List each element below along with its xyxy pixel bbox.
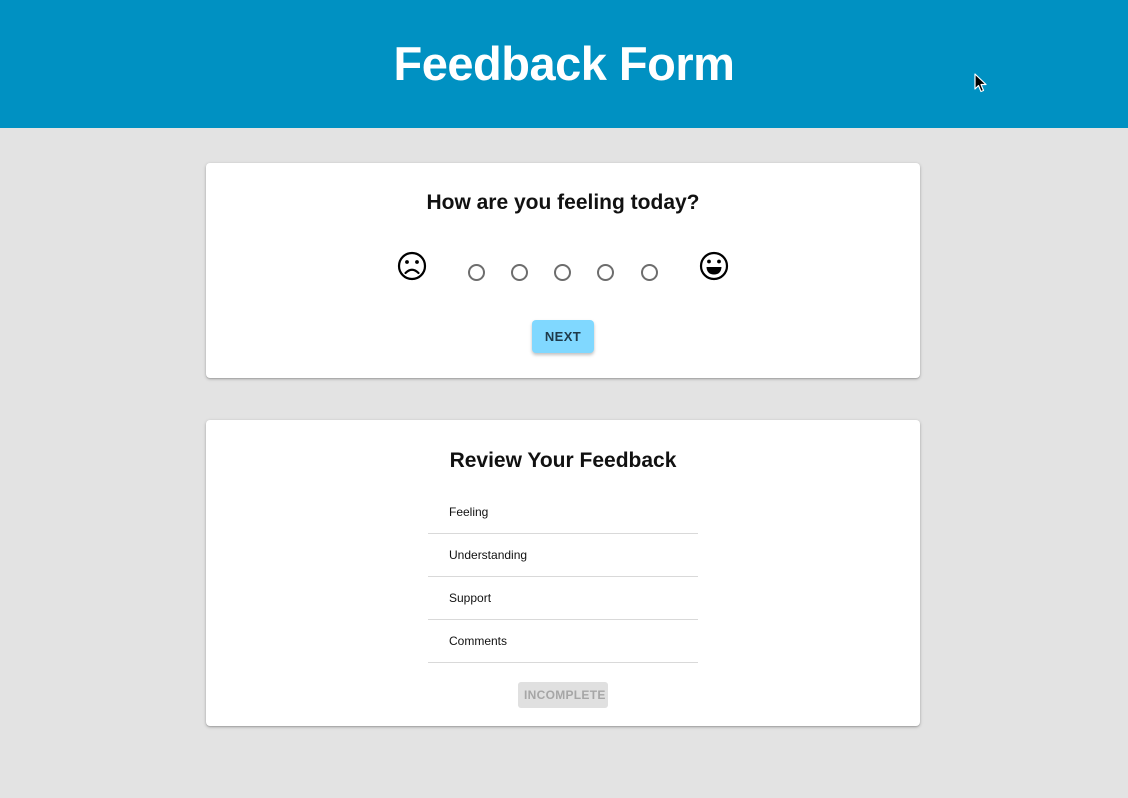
review-title: Review Your Feedback: [449, 449, 677, 472]
next-button[interactable]: NEXT: [532, 320, 594, 353]
incomplete-button[interactable]: INCOMPLETE: [518, 682, 608, 708]
feeling-option-2-radio[interactable]: [511, 264, 528, 281]
feeling-option-1-radio[interactable]: [468, 264, 485, 281]
review-item-support: Support: [428, 577, 698, 620]
review-item-understanding: Understanding: [428, 534, 698, 577]
feeling-question: How are you feeling today?: [426, 191, 700, 214]
review-item-feeling: Feeling: [428, 491, 698, 534]
feeling-option-3-radio[interactable]: [554, 264, 571, 281]
feeling-option-4-radio[interactable]: [597, 264, 614, 281]
smiling-face-icon: [699, 251, 729, 281]
review-list: Feeling Understanding Support Comments: [428, 491, 698, 663]
page-title: Feedback Form: [393, 36, 735, 90]
review-item-comments: Comments: [428, 620, 698, 663]
frowning-face-icon: [397, 251, 427, 281]
feeling-card: How are you feeling today? NEXT: [206, 163, 920, 378]
mouse-cursor-icon: [974, 73, 987, 93]
feeling-option-5-radio[interactable]: [641, 264, 658, 281]
review-card: Review Your Feedback Feeling Understandi…: [206, 420, 920, 726]
app-header: Feedback Form: [0, 0, 1128, 128]
